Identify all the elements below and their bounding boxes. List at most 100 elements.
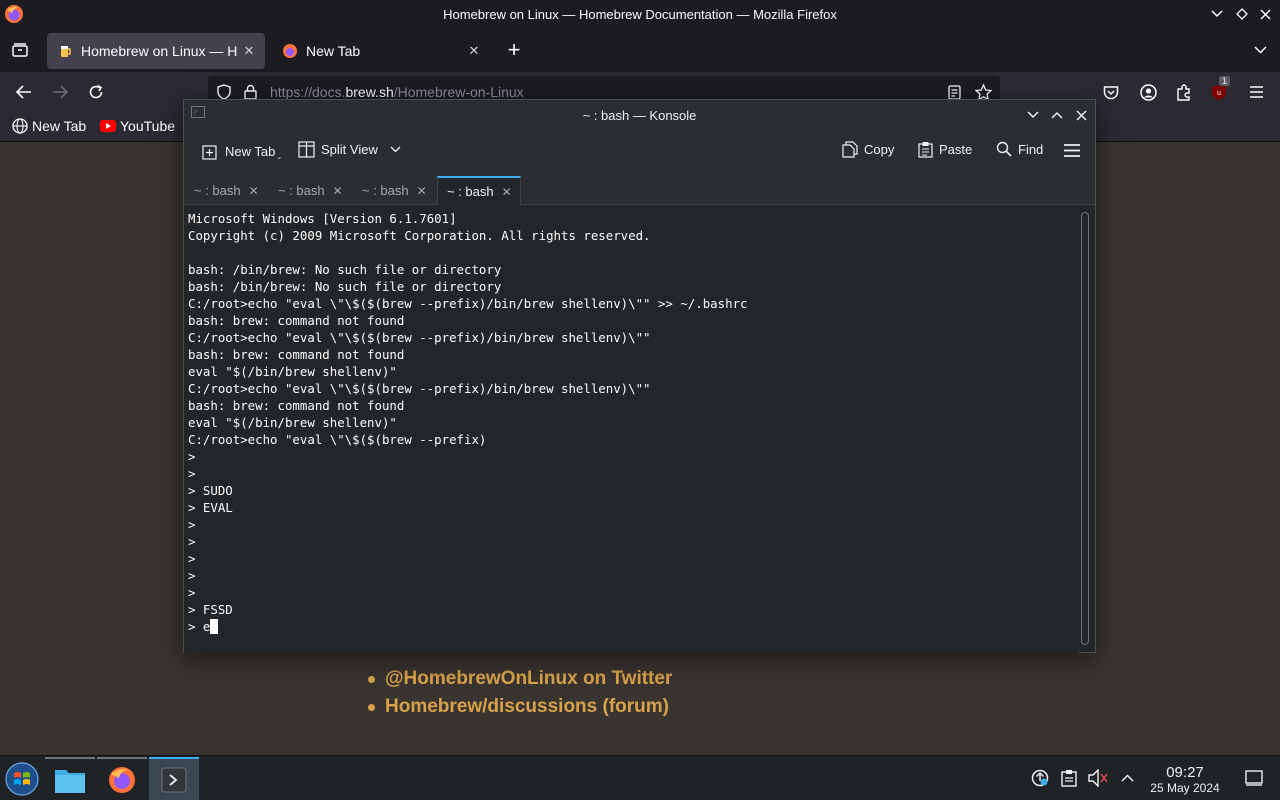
terminal-scrollbar[interactable] xyxy=(1081,212,1089,645)
terminal-text: Microsoft Windows [Version 6.1.7601] Cop… xyxy=(188,211,748,634)
firefox-titlebar: Homebrew on Linux — Homebrew Documentati… xyxy=(0,0,1280,29)
copy-button[interactable]: Copy xyxy=(842,141,894,158)
close-window-button[interactable] xyxy=(1256,5,1274,23)
show-hidden-tray-button[interactable] xyxy=(1117,768,1137,788)
svg-text:u: u xyxy=(1217,90,1221,97)
find-label: Find xyxy=(1018,141,1044,157)
ublock-extension-button[interactable]: u 1 xyxy=(1205,76,1233,106)
firefox-window-title: Homebrew on Linux — Homebrew Documentati… xyxy=(443,7,837,22)
chevron-down-icon xyxy=(1027,111,1039,119)
link-twitter[interactable]: @HomebrewOnLinux on Twitter xyxy=(368,668,672,690)
konsole-tab-2[interactable]: ~ : bash ✕ xyxy=(269,176,351,205)
chevron-down-icon xyxy=(1253,46,1267,54)
split-view-button[interactable]: Split View xyxy=(298,141,407,158)
konsole-titlebar: > ~ : bash — Konsole xyxy=(184,100,1095,130)
reader-view-icon[interactable] xyxy=(948,85,961,100)
bookmark-new-tab[interactable]: New Tab xyxy=(12,118,86,134)
terminal-output[interactable]: Microsoft Windows [Version 6.1.7601] Cop… xyxy=(184,206,1079,653)
paste-label: Paste xyxy=(939,142,973,157)
minimize-button[interactable] xyxy=(1208,5,1226,23)
lock-icon xyxy=(244,84,257,100)
show-desktop-icon xyxy=(1245,770,1263,786)
tab-label: ~ : bash xyxy=(362,183,409,198)
konsole-close-button[interactable] xyxy=(1072,106,1090,124)
close-tab-icon[interactable]: ✕ xyxy=(333,184,343,198)
close-tab-icon[interactable]: ✕ xyxy=(239,43,259,59)
konsole-tab-1[interactable]: ~ : bash ✕ xyxy=(185,176,267,205)
app-menu-button[interactable] xyxy=(1242,78,1270,106)
tab-label: ~ : bash xyxy=(447,184,494,199)
tab-overflow-button[interactable] xyxy=(1245,35,1275,65)
taskbar-file-manager[interactable] xyxy=(45,757,95,800)
reload-button[interactable] xyxy=(82,78,110,106)
new-tab-button[interactable]: + xyxy=(499,35,529,65)
clipboard-icon xyxy=(1061,770,1077,787)
extensions-button[interactable] xyxy=(1170,78,1198,106)
konsole-window: > ~ : bash — Konsole New Tab ⌄ Split Vie… xyxy=(183,99,1096,653)
konsole-minimize-button[interactable] xyxy=(1024,106,1042,124)
folder-icon xyxy=(55,769,85,793)
paste-button[interactable]: Paste xyxy=(918,141,972,158)
close-tab-icon[interactable]: ✕ xyxy=(502,185,512,199)
diamond-icon xyxy=(1236,8,1248,20)
close-icon xyxy=(1075,109,1087,121)
konsole-toolbar: New Tab ⌄ Split View Copy Paste Find xyxy=(184,130,1095,172)
beer-mug-icon xyxy=(61,46,71,57)
list-all-tabs-button[interactable] xyxy=(5,35,35,65)
pocket-icon xyxy=(1103,85,1119,99)
tab-label: ~ : bash xyxy=(278,183,325,198)
tab-new-tab[interactable]: New Tab ✕ xyxy=(272,33,490,69)
update-notifier-icon[interactable] xyxy=(1030,768,1050,788)
account-icon xyxy=(1139,83,1157,101)
pocket-button[interactable] xyxy=(1097,78,1125,106)
back-button[interactable] xyxy=(10,78,38,106)
konsole-tab-3[interactable]: ~ : bash ✕ xyxy=(353,176,435,205)
bullet-icon xyxy=(368,703,375,711)
maximize-button[interactable] xyxy=(1233,5,1251,23)
arrow-left-icon xyxy=(16,85,31,99)
split-view-label: Split View xyxy=(321,142,378,157)
ublock-shield-icon: u xyxy=(1212,84,1226,100)
paste-icon xyxy=(918,142,933,158)
close-tab-icon[interactable]: ✕ xyxy=(417,184,427,198)
globe-icon xyxy=(12,118,28,134)
find-button[interactable]: Find xyxy=(996,141,1043,157)
tab-label: New Tab xyxy=(306,43,361,59)
show-desktop-button[interactable] xyxy=(1244,768,1264,788)
terminal-cursor xyxy=(210,619,219,634)
copy-label: Copy xyxy=(864,142,895,157)
new-tab-button[interactable]: New Tab ⌄ xyxy=(202,141,282,161)
puzzle-piece-icon xyxy=(1177,83,1190,101)
tab-homebrew[interactable]: Homebrew on Linux — H ✕ xyxy=(47,33,265,69)
forward-button[interactable] xyxy=(46,78,74,106)
close-tab-icon[interactable]: ✕ xyxy=(464,43,484,59)
close-icon xyxy=(1259,8,1271,20)
taskbar-konsole[interactable] xyxy=(149,757,199,800)
link-discussions[interactable]: Homebrew/discussions (forum) xyxy=(368,696,672,718)
bookmark-youtube[interactable]: YouTube xyxy=(100,118,175,134)
volume-tray-icon[interactable] xyxy=(1088,768,1108,788)
chevron-down-icon xyxy=(390,146,401,153)
bullet-icon xyxy=(368,675,375,683)
start-menu-button[interactable] xyxy=(0,757,44,800)
firefox-tab-strip: Homebrew on Linux — H ✕ New Tab ✕ + xyxy=(0,29,1280,72)
shield-icon xyxy=(217,84,231,100)
taskbar: 09:27 25 May 2024 xyxy=(0,755,1280,800)
tab-manager-icon xyxy=(12,43,28,57)
bookmark-label: New Tab xyxy=(32,118,87,134)
chevron-up-icon xyxy=(1120,774,1134,782)
clipboard-tray-icon[interactable] xyxy=(1059,768,1079,788)
account-button[interactable] xyxy=(1134,78,1162,106)
taskbar-firefox[interactable] xyxy=(97,757,147,800)
konsole-menu-button[interactable] xyxy=(1064,144,1086,157)
close-tab-icon[interactable]: ✕ xyxy=(249,184,259,198)
konsole-maximize-button[interactable] xyxy=(1048,106,1066,124)
dropdown-arrow-icon: ⌄ xyxy=(276,154,283,161)
digital-clock[interactable]: 09:27 25 May 2024 xyxy=(1140,764,1230,795)
windows-start-orb-icon xyxy=(5,761,39,796)
hamburger-menu-icon xyxy=(1249,86,1263,98)
bookmark-label: YouTube xyxy=(120,118,176,134)
konsole-tab-4[interactable]: ~ : bash ✕ xyxy=(437,176,521,205)
clock-date: 25 May 2024 xyxy=(1150,781,1220,795)
update-icon xyxy=(1031,769,1049,787)
